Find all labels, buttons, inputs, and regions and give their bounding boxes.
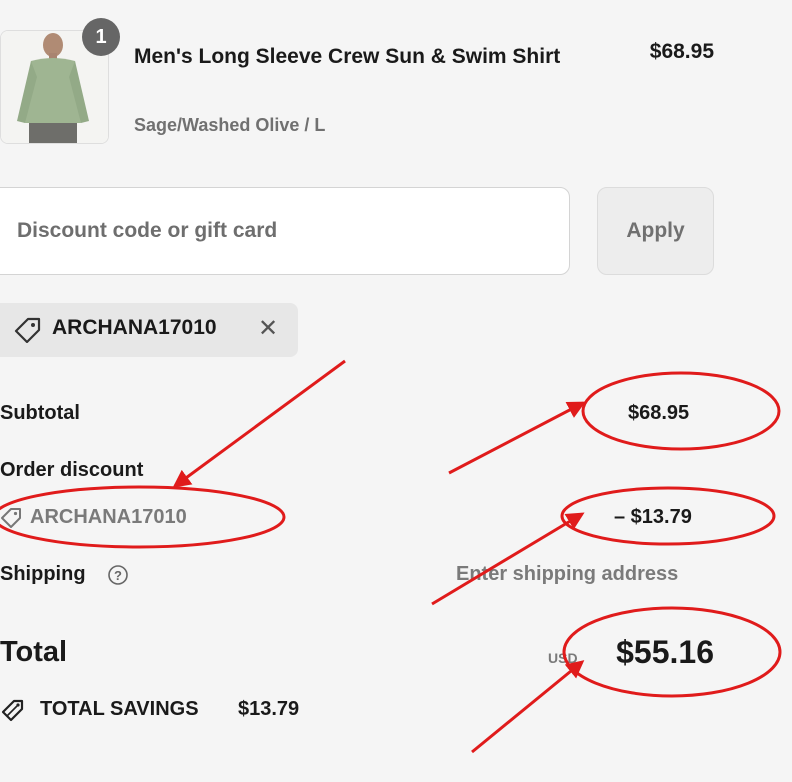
savings-tag-icon <box>1 699 24 722</box>
applied-discount-code: ARCHANA17010 <box>52 316 217 339</box>
order-discount-label: Order discount <box>0 459 144 481</box>
subtotal-label: Subtotal <box>0 402 80 424</box>
tag-icon <box>1 508 21 528</box>
total-savings-amount: $13.79 <box>238 698 300 720</box>
quantity-badge: 1 <box>82 18 120 56</box>
close-icon[interactable]: ✕ <box>258 315 278 343</box>
help-icon[interactable]: ? <box>107 564 129 586</box>
product-title: Men's Long Sleeve Crew Sun & Swim Shirt <box>134 45 561 68</box>
total-amount: $55.16 <box>616 634 714 670</box>
annotation-arrow-4 <box>471 660 585 754</box>
annotation-arrow-1 <box>172 359 346 488</box>
product-price: $68.95 <box>649 40 714 63</box>
total-currency: USD <box>548 650 578 666</box>
product-variant: Sage/Washed Olive / L <box>134 115 326 135</box>
total-label: Total <box>0 636 68 668</box>
discount-code-line: ARCHANA17010 <box>30 506 187 528</box>
shipping-value: Enter shipping address <box>456 563 679 585</box>
svg-text:?: ? <box>114 568 122 583</box>
shipping-label: Shipping <box>0 563 86 585</box>
annotation-arrow-2 <box>448 401 586 475</box>
discount-code-input[interactable] <box>0 187 570 275</box>
subtotal-value: $68.95 <box>628 402 690 424</box>
total-savings-label: TOTAL SAVINGS <box>40 698 199 720</box>
tag-icon <box>14 317 41 343</box>
discount-value: – $13.79 <box>614 506 692 528</box>
apply-button[interactable]: Apply <box>597 187 714 275</box>
annotation-arrow-3 <box>431 512 585 606</box>
